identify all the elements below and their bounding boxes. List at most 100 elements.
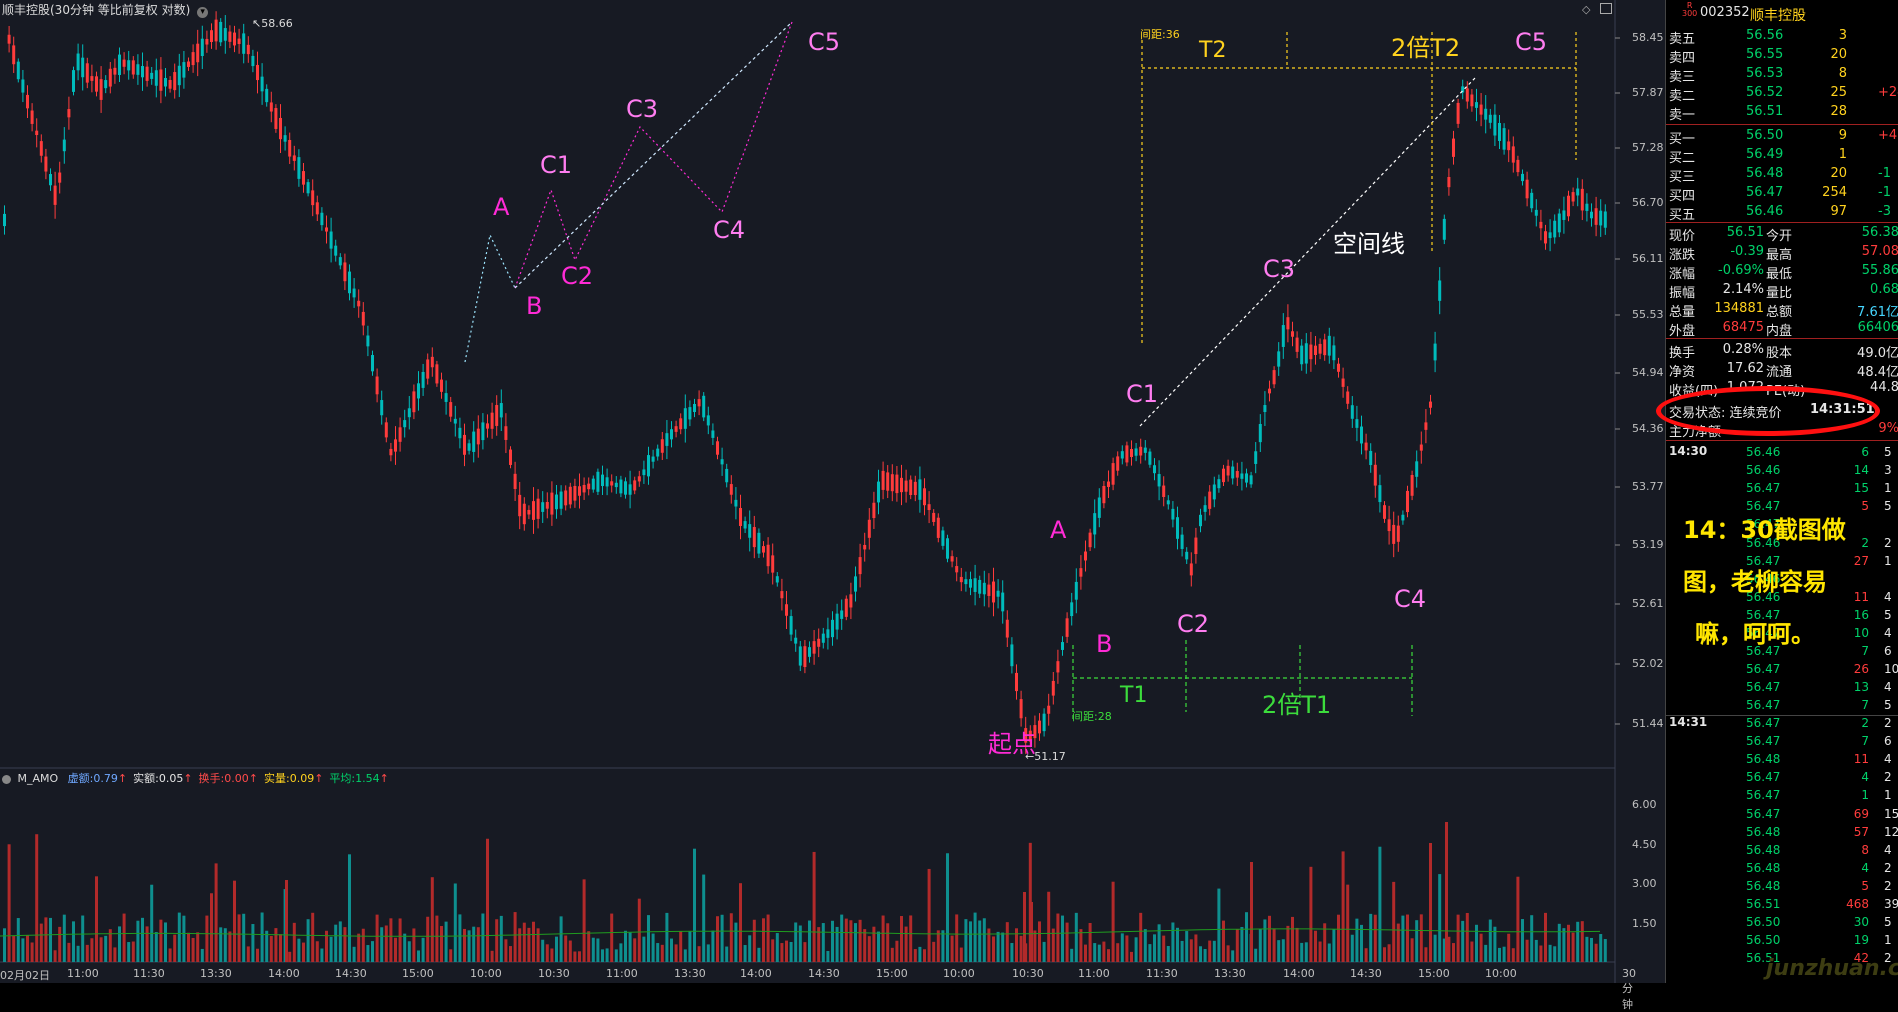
candle-body [1235, 471, 1239, 478]
indicator-name[interactable]: M_AMO [18, 772, 59, 785]
candle-body [923, 488, 926, 506]
volume-bar [274, 928, 278, 962]
volume-bar [633, 938, 637, 962]
wave-label-right: C2 [1177, 610, 1210, 638]
candle-body [831, 619, 834, 638]
candle-body [578, 486, 581, 496]
tick-row: 56.47 15 1 [1666, 480, 1898, 499]
candle-body [1521, 173, 1524, 182]
order-book-row[interactable]: 卖五 56.56 3 [1666, 27, 1898, 47]
order-book-row[interactable]: 卖一 56.51 28 [1666, 103, 1898, 123]
candle-body [210, 30, 213, 43]
volume-bar [219, 927, 223, 962]
volume-bar [1410, 938, 1414, 962]
tick-volume: 26 [1853, 662, 1869, 677]
stat-row: 外盘 68475 内盘 66406 [1666, 319, 1898, 339]
candle-body [398, 427, 402, 442]
volume-bar [1557, 923, 1561, 962]
volume-bar [1383, 947, 1386, 962]
volume-bar [7, 844, 11, 962]
volume-bar [541, 939, 545, 962]
indicator-toggle-icon[interactable] [2, 774, 11, 784]
volume-bar [1047, 891, 1051, 962]
volume-bar [136, 920, 140, 962]
volume-bar [352, 946, 356, 962]
candle-body [389, 448, 393, 456]
candle-body [886, 472, 890, 491]
candle-body [748, 524, 752, 538]
candle-body [1548, 232, 1552, 239]
volume-bar [725, 946, 729, 962]
volume-bar [826, 950, 830, 962]
stat-value: 48.4亿 [1857, 365, 1898, 380]
tick-volume: 8 [1861, 842, 1869, 857]
order-book-row[interactable]: 买三 56.48 20 -1 [1666, 165, 1898, 185]
volume-bar [417, 950, 420, 962]
volume-bar [1373, 914, 1377, 962]
tick-count: 39 [1884, 897, 1898, 911]
window-toggle-icon[interactable] [1600, 3, 1612, 14]
tick-row: 56.48 57 12 [1666, 824, 1898, 843]
candle-body [1116, 456, 1120, 471]
order-book-change: -1 [1878, 166, 1891, 181]
candle-body [504, 426, 508, 440]
tick-count: 2 [1884, 770, 1892, 785]
stat-value: 7.61亿 [1857, 305, 1898, 320]
volume-bar [210, 893, 213, 962]
candle-body [1475, 102, 1478, 108]
volume-bar [518, 928, 522, 962]
indicator-bar: M_AMO 虚额:0.79↑ 实额:0.05↑ 换手:0.00↑ 实量:0.09↑ 平均… [2, 770, 401, 786]
candle-body [697, 399, 701, 407]
time-tick-label: 15:00 [402, 967, 434, 980]
tick-count: 5 [1884, 607, 1892, 622]
volume-bar [1479, 933, 1483, 962]
candle-body [168, 79, 172, 89]
volume-bar [665, 912, 669, 962]
volume-bar [1571, 932, 1575, 962]
candle-body [7, 34, 11, 44]
candle-body [550, 492, 554, 515]
stat-value: 56.38 [1861, 225, 1898, 240]
order-book-row[interactable]: 买五 56.46 97 -3 [1666, 203, 1898, 223]
candle-body [900, 477, 903, 493]
volume-bar [1120, 933, 1124, 962]
volume-bar [122, 913, 126, 962]
volume-bar [1010, 943, 1014, 962]
tick-price: 56.50 [1746, 915, 1781, 930]
order-book-row[interactable]: 卖四 56.55 20 [1666, 46, 1898, 66]
candle-body [518, 494, 522, 517]
kline-chart-canvas[interactable] [0, 0, 1665, 983]
candle-body [1084, 551, 1087, 561]
volume-bar [1369, 913, 1373, 962]
stat-value: 134881 [1714, 301, 1764, 316]
tick-row: 56.47 13 4 [1666, 679, 1898, 698]
volume-bar [1576, 921, 1580, 962]
candle-body [467, 443, 471, 451]
volume-bar [877, 931, 880, 962]
volume-bar [430, 877, 434, 962]
volume-bar [918, 946, 922, 962]
volume-bar [1061, 915, 1064, 962]
volume-bar [154, 932, 158, 962]
stat-label: 振幅 [1669, 286, 1696, 301]
axis-settings-icon[interactable]: ◇ [1582, 3, 1590, 16]
period-label[interactable]: 30分钟 [1622, 967, 1636, 1012]
stat-value: 0.28% [1722, 342, 1764, 357]
price-tick-label: 58.45 [1632, 31, 1664, 44]
kline-chart-panel[interactable]: 顺丰控股(30分钟 等比前复权 对数) ▾ ↖58.66 ←51.17 58.4… [0, 0, 1665, 1011]
order-book-row[interactable]: 卖二 56.52 25 +24 [1666, 84, 1898, 104]
order-book-row[interactable]: 买二 56.49 1 [1666, 146, 1898, 166]
volume-bar [844, 918, 848, 962]
price-tick-label: 51.44 [1632, 717, 1664, 730]
order-book-row[interactable]: 买四 56.47 254 -1 [1666, 184, 1898, 204]
candle-body [430, 356, 434, 368]
badge-bottom: 300 [1682, 9, 1698, 18]
volume-bar [679, 931, 683, 962]
volume-bar [187, 932, 190, 962]
order-book-row[interactable]: 卖三 56.53 8 [1666, 65, 1898, 85]
dropdown-icon[interactable]: ▾ [197, 7, 209, 18]
order-book-row[interactable]: 买一 56.50 9 +4 [1666, 127, 1898, 147]
tick-price: 56.50 [1746, 933, 1781, 948]
candle-body [992, 581, 995, 603]
note-line: 14：30截图做 [1683, 516, 1846, 544]
